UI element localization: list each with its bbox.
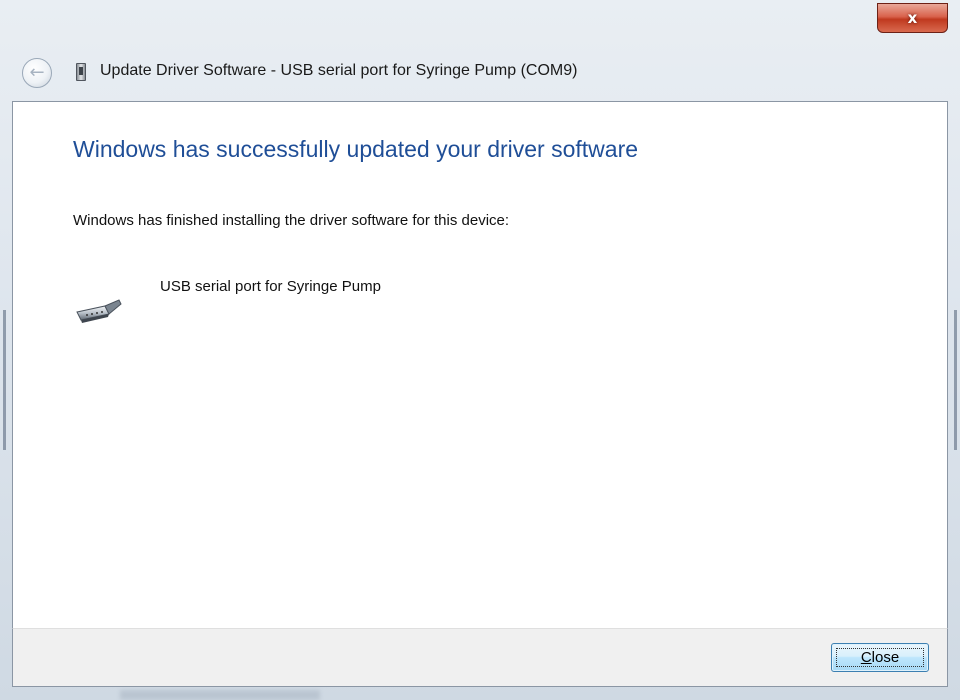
- device-name: USB serial port for Syringe Pump: [160, 278, 381, 295]
- status-message: Windows has finished installing the driv…: [73, 212, 510, 229]
- back-button[interactable]: ←: [22, 58, 52, 88]
- serial-port-icon: [76, 299, 122, 323]
- frame-edge-right: [954, 310, 957, 450]
- wizard-content: Windows has successfully updated your dr…: [12, 101, 948, 628]
- close-button[interactable]: Close: [831, 643, 929, 672]
- window-close-button[interactable]: x: [877, 3, 948, 33]
- background-blur: [48, 4, 308, 104]
- frame-edge-left: [3, 310, 6, 450]
- wizard-footer: Close: [12, 628, 948, 687]
- window-title: Update Driver Software - USB serial port…: [100, 62, 578, 79]
- close-icon: x: [907, 9, 918, 27]
- background-blur-bottom: [120, 690, 320, 700]
- back-arrow-icon: ←: [29, 62, 45, 83]
- page-heading: Windows has successfully updated your dr…: [73, 136, 639, 162]
- focus-rectangle: [836, 648, 924, 667]
- usb-port-icon: [76, 63, 86, 81]
